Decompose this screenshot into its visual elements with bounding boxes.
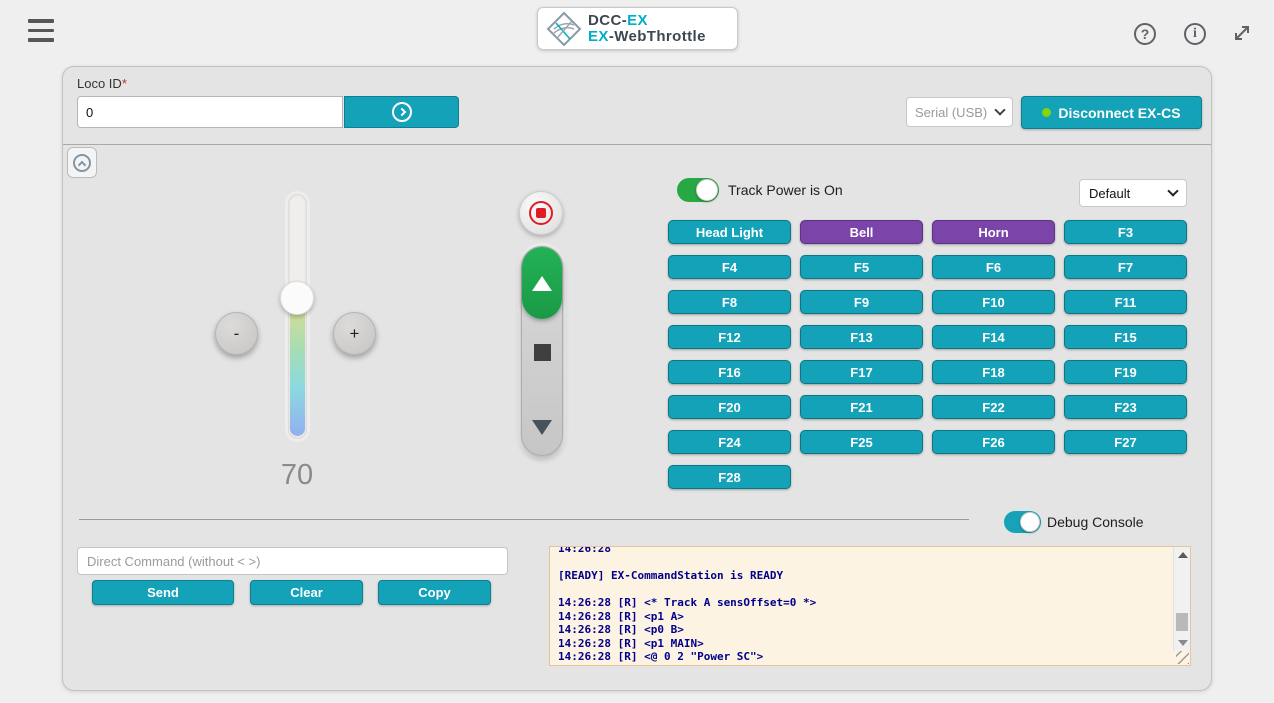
function-button-f27[interactable]: F27 (1064, 430, 1187, 454)
function-button-f5[interactable]: F5 (800, 255, 923, 279)
clear-button[interactable]: Clear (250, 580, 363, 605)
direction-stop-button[interactable] (534, 344, 551, 361)
section-divider (63, 144, 1211, 145)
console-line (558, 556, 1164, 570)
scroll-up-icon[interactable] (1178, 552, 1188, 558)
track-power-toggle[interactable] (677, 178, 719, 202)
loco-id-label: Loco ID* (77, 76, 127, 91)
function-button-f8[interactable]: F8 (668, 290, 791, 314)
loco-id-input[interactable] (77, 96, 343, 128)
function-button-f19[interactable]: F19 (1064, 360, 1187, 384)
console-log: 14:26:28 [READY] EX-CommandStation is RE… (550, 546, 1172, 665)
function-button-f25[interactable]: F25 (800, 430, 923, 454)
dcc-ex-diamond-icon (546, 11, 582, 47)
function-grid: Head Light Bell Horn F3 F4 F5 F6 F7 F8 F9 F10 F11 F1… (668, 220, 1188, 489)
scroll-down-icon[interactable] (1178, 640, 1188, 646)
toggle-knob (696, 179, 718, 201)
function-button-f20[interactable]: F20 (668, 395, 791, 419)
info-icon[interactable]: i (1184, 23, 1206, 45)
function-button-f10[interactable]: F10 (932, 290, 1055, 314)
throttle-panel: Loco ID* Serial (USB) Disconnect EX-CS -… (62, 66, 1212, 691)
go-arrow-icon (392, 102, 412, 122)
function-button-f3[interactable]: F3 (1064, 220, 1187, 244)
speed-value: 70 (247, 459, 347, 492)
console-line: 14:26:28 [R] <@ 0 2 "Power SC"> (558, 650, 1164, 664)
function-button-f12[interactable]: F12 (668, 325, 791, 349)
required-mark: * (122, 76, 127, 91)
function-button-f14[interactable]: F14 (932, 325, 1055, 349)
direction-reverse-button[interactable] (532, 420, 552, 435)
function-button-f15[interactable]: F15 (1064, 325, 1187, 349)
function-button-f6[interactable]: F6 (932, 255, 1055, 279)
send-button[interactable]: Send (92, 580, 234, 605)
function-button-f13[interactable]: F13 (800, 325, 923, 349)
chevron-down-icon (994, 104, 1005, 115)
copy-button[interactable]: Copy (378, 580, 491, 605)
emergency-stop-button[interactable] (519, 191, 563, 235)
function-button-f11[interactable]: F11 (1064, 290, 1187, 314)
console-line: 14:26:28 [R] <p1 MAIN> (558, 637, 1164, 651)
toggle-knob (1020, 512, 1040, 532)
debug-console-toggle[interactable] (1004, 511, 1041, 533)
console-line: [READY] EX-CommandStation is READY (558, 569, 1164, 583)
console-line: 14:26:28 [R] <p0 B> (558, 623, 1164, 637)
app-logo: DCC-EX EX-WebThrottle (537, 7, 738, 50)
function-button-bell[interactable]: Bell (800, 220, 923, 244)
section-divider (79, 519, 969, 520)
direction-forward-button[interactable] (522, 247, 562, 319)
resize-grip-icon[interactable] (1176, 651, 1189, 664)
collapse-panel-button[interactable] (67, 147, 97, 178)
function-button-f21[interactable]: F21 (800, 395, 923, 419)
function-button-f7[interactable]: F7 (1064, 255, 1187, 279)
triangle-up-icon (532, 276, 552, 291)
connection-status-dot (1042, 108, 1051, 117)
console-output[interactable]: 14:26:28 [READY] EX-CommandStation is RE… (549, 546, 1191, 666)
console-line: 14:26:28 [R] <p1 A> (558, 610, 1164, 624)
direct-command-input[interactable] (77, 547, 508, 575)
function-button-f18[interactable]: F18 (932, 360, 1055, 384)
function-button-head-light[interactable]: Head Light (668, 220, 791, 244)
function-button-f9[interactable]: F9 (800, 290, 923, 314)
console-line: 14:26:28 [R] <* Track A sensOffset=0 *> (558, 596, 1164, 610)
speed-slider-fill (290, 306, 305, 436)
help-icon[interactable]: ? (1134, 23, 1156, 45)
stop-record-icon (529, 201, 553, 225)
chevron-up-icon (73, 154, 91, 172)
function-button-f26[interactable]: F26 (932, 430, 1055, 454)
preset-select[interactable]: Default (1079, 179, 1187, 207)
console-line (558, 583, 1164, 597)
chevron-down-icon (1167, 185, 1178, 196)
speed-increase-button[interactable]: + (333, 312, 376, 355)
speed-slider-knob[interactable] (280, 281, 314, 315)
console-scrollbar[interactable] (1173, 547, 1190, 651)
debug-console-label: Debug Console (1047, 514, 1144, 530)
app-title: DCC-EX EX-WebThrottle (588, 13, 706, 45)
function-button-horn[interactable]: Horn (932, 220, 1055, 244)
direction-control (521, 246, 563, 456)
acquire-loco-button[interactable] (344, 96, 459, 128)
speed-decrease-button[interactable]: - (215, 312, 258, 355)
track-power-label: Track Power is On (728, 182, 843, 198)
function-button-f16[interactable]: F16 (668, 360, 791, 384)
disconnect-button[interactable]: Disconnect EX-CS (1021, 96, 1202, 129)
scrollbar-thumb[interactable] (1176, 613, 1188, 631)
fullscreen-icon[interactable] (1230, 21, 1254, 45)
console-line: 14:26:28 (558, 546, 1164, 556)
function-button-f22[interactable]: F22 (932, 395, 1055, 419)
function-button-f17[interactable]: F17 (800, 360, 923, 384)
menu-icon[interactable] (28, 19, 54, 43)
function-button-f28[interactable]: F28 (668, 465, 791, 489)
function-button-f4[interactable]: F4 (668, 255, 791, 279)
port-select[interactable]: Serial (USB) (906, 97, 1013, 127)
function-button-f24[interactable]: F24 (668, 430, 791, 454)
function-button-f23[interactable]: F23 (1064, 395, 1187, 419)
speed-slider-track[interactable] (288, 194, 307, 439)
